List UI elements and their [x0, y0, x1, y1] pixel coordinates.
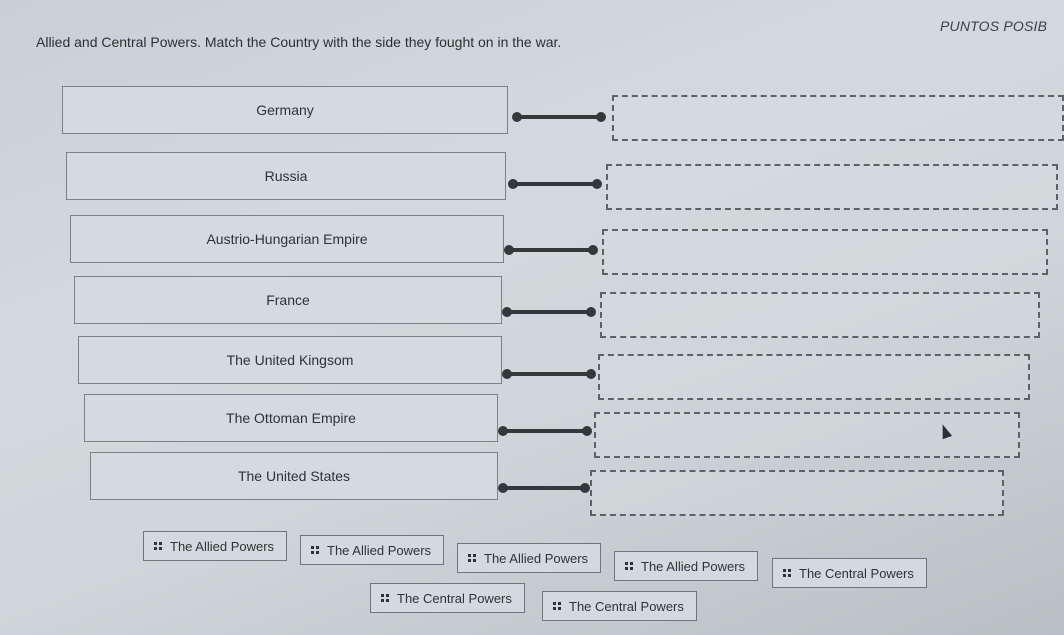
connector-line [512, 112, 606, 122]
drop-zone[interactable] [600, 292, 1040, 338]
country-label: Germany [256, 102, 314, 118]
chip-label: The Allied Powers [327, 542, 432, 558]
country-label: Russia [264, 168, 308, 184]
drag-handle-icon [381, 594, 389, 602]
matching-area: Germany Russia Austrio-Hungarian Empire … [0, 0, 1064, 520]
chip-label: The Central Powers [569, 598, 684, 614]
drop-zone[interactable] [594, 412, 1020, 458]
connector-line [504, 245, 598, 255]
country-label: The United States [237, 468, 351, 484]
answer-chip-central[interactable]: The Central Powers [370, 583, 525, 613]
answer-chip-allied[interactable]: The Allied Powers [143, 531, 288, 561]
chip-label: The Allied Powers [484, 550, 589, 566]
country-box: Germany [62, 86, 508, 134]
country-label: The Ottoman Empire [226, 410, 356, 426]
drag-handle-icon [311, 546, 319, 554]
country-box: Austrio-Hungarian Empire [70, 215, 504, 263]
chip-label: The Central Powers [397, 590, 512, 606]
connector-line [502, 307, 596, 317]
country-label: Austrio-Hungarian Empire [206, 231, 368, 247]
drag-handle-icon [553, 602, 561, 610]
chip-label: The Allied Powers [170, 538, 275, 554]
drop-zone[interactable] [598, 354, 1030, 400]
country-box: The Ottoman Empire [84, 394, 498, 442]
drag-handle-icon [783, 569, 791, 577]
chip-label: The Allied Powers [641, 558, 746, 574]
connector-line [508, 179, 602, 189]
country-box: The United States [90, 452, 498, 500]
answer-chip-central[interactable]: The Central Powers [772, 558, 927, 588]
country-label: France [266, 292, 310, 308]
chip-label: The Central Powers [799, 565, 914, 581]
drop-zone[interactable] [602, 229, 1048, 275]
answer-chip-allied[interactable]: The Allied Powers [457, 543, 602, 573]
country-box: France [74, 276, 502, 324]
connector-line [498, 483, 590, 493]
drop-zone[interactable] [590, 470, 1004, 516]
drag-handle-icon [154, 542, 162, 550]
drag-handle-icon [625, 562, 633, 570]
answer-chip-allied[interactable]: The Allied Powers [300, 535, 445, 565]
drop-zone[interactable] [612, 95, 1064, 141]
answer-bank: The Allied Powers The Allied Powers The … [0, 525, 1064, 635]
answer-chip-allied[interactable]: The Allied Powers [614, 551, 759, 581]
country-box: Russia [66, 152, 506, 200]
drag-handle-icon [468, 554, 476, 562]
country-label: The United Kingsom [226, 352, 354, 368]
connector-line [498, 426, 592, 436]
country-box: The United Kingsom [78, 336, 502, 384]
answer-chip-central[interactable]: The Central Powers [542, 591, 697, 621]
drop-zone[interactable] [606, 164, 1058, 210]
connector-line [502, 369, 596, 379]
